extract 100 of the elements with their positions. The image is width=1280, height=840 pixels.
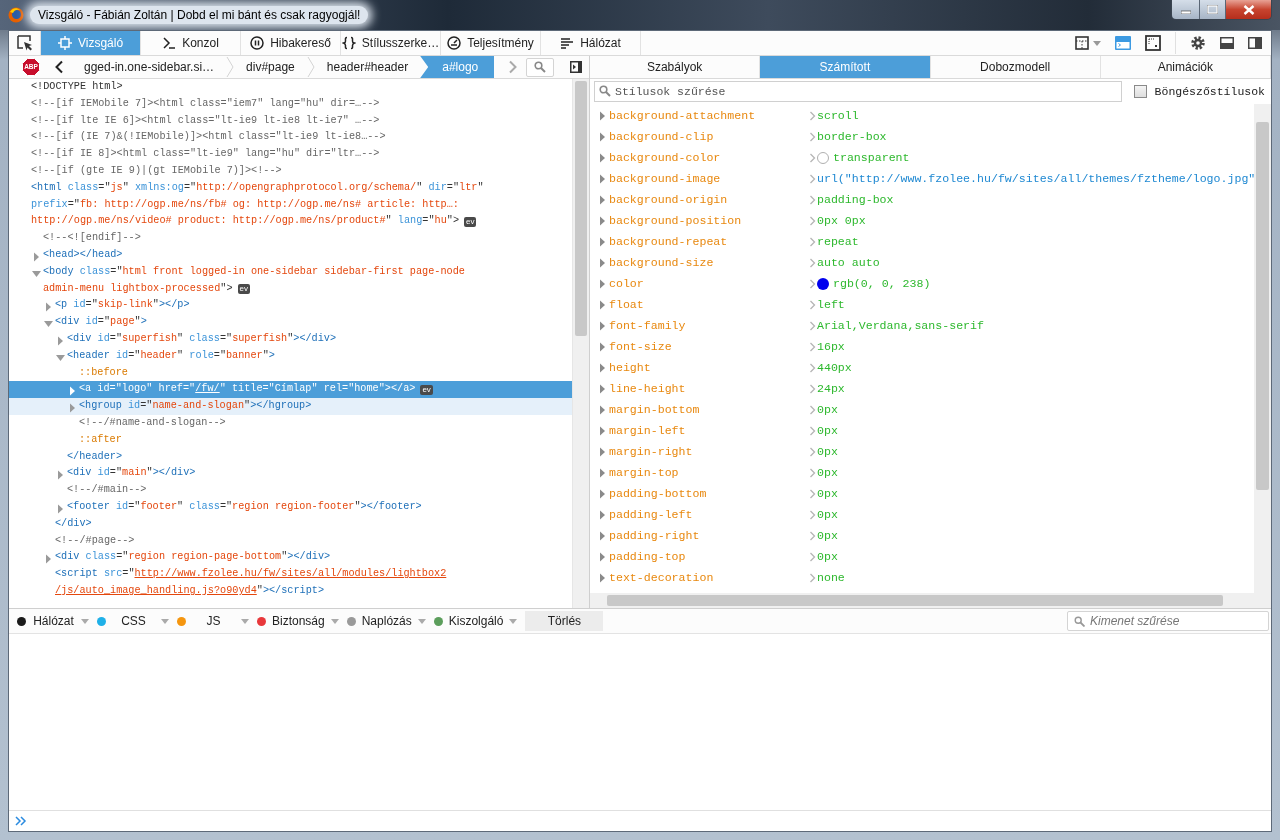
filter-button[interactable]: JS	[173, 611, 253, 631]
chevron-icon	[809, 278, 816, 289]
property-value: repeat	[817, 235, 859, 248]
markup-line: http://ogp.me/ns/video# product: http://ogp.me/ns/product#" lang="hu">	[31, 214, 459, 229]
toolbox-tab[interactable]: Hibakereső	[241, 31, 341, 55]
toolbox-tab[interactable]: Konzol	[141, 31, 241, 55]
filter-button[interactable]: Hálózat	[13, 611, 93, 631]
property-value: 16px	[817, 340, 845, 353]
double-chevron-icon[interactable]	[15, 816, 27, 826]
breadcrumb[interactable]: header#header	[314, 56, 421, 78]
filter-button[interactable]: Naplózás	[342, 611, 430, 631]
property-name: background-attachment	[608, 109, 757, 122]
property-name: color	[608, 277, 645, 290]
filter-button[interactable]: Kiszolgáló	[429, 611, 522, 631]
chevron-icon	[809, 425, 816, 436]
filter-field[interactable]: Kimenet szűrése	[1067, 611, 1269, 631]
close-button[interactable]	[1225, 0, 1271, 19]
caret-down-icon	[330, 618, 339, 624]
panel-toggle-icon[interactable]	[570, 61, 583, 73]
property-value: Arial,Verdana,sans-serif	[817, 319, 984, 332]
event-badge[interactable]: ev	[464, 216, 477, 227]
property-value: 0px	[817, 403, 838, 416]
property-name: float	[608, 298, 645, 311]
markup-line: admin-menu lightbox-processed">	[43, 281, 233, 296]
chevron-icon	[809, 530, 816, 541]
terminal-icon[interactable]	[1115, 36, 1131, 50]
checkbox[interactable]	[1133, 85, 1147, 98]
search-icon	[1074, 616, 1085, 627]
chevron-icon	[809, 173, 816, 184]
property-value: none	[817, 571, 845, 584]
hovered-row[interactable]: <hgroup id="name-and-slogan"></hgroup>	[9, 398, 572, 415]
filter-label: Kiszolgáló	[448, 614, 504, 628]
chevron-icon	[809, 362, 816, 373]
maximize-button[interactable]	[1199, 0, 1225, 19]
settings-icon[interactable]	[1190, 35, 1206, 51]
dock-side-icon[interactable]	[1248, 37, 1262, 49]
window-title: Vizsgáló - Fábián Zoltán | Dobd el mi bánt és csak ragyogjál!	[30, 6, 369, 24]
property-name: background-color	[608, 151, 722, 164]
toolbox-tab[interactable]: Stílusszerke…	[341, 31, 441, 55]
box-icon	[57, 36, 72, 50]
markup-line: <footer id="footer" class="region region-footer"></footer>	[67, 499, 422, 514]
minimize-button[interactable]	[1172, 0, 1199, 19]
markup-line: <script src="http://www.fzolee.hu/fw/sites/all/modules/lightbox2	[55, 567, 447, 582]
chevron-icon	[809, 383, 816, 394]
color-swatch[interactable]	[817, 277, 829, 290]
property-name: font-size	[608, 340, 673, 353]
frame-select-button[interactable]	[1075, 36, 1101, 50]
markup-line: <div id="main"></div>	[67, 466, 196, 481]
filter-label: CSS	[120, 614, 147, 628]
color-swatch[interactable]	[817, 151, 829, 164]
markup-line: <header id="header" role="banner">	[67, 348, 275, 363]
property-value: 440px	[817, 361, 852, 374]
chevron-icon	[809, 215, 816, 226]
filter-button[interactable]: CSS	[93, 611, 173, 631]
property-value: scroll	[817, 109, 859, 122]
sidebar-tab[interactable]: Dobozmodell	[930, 56, 1101, 78]
sidebar-tab[interactable]: Animációk	[1100, 56, 1271, 78]
dock-bottom-icon[interactable]	[1220, 37, 1234, 49]
chevron-icon	[809, 152, 816, 163]
lines-icon	[560, 36, 575, 50]
property-value: 0px	[817, 466, 838, 479]
toolbox-tab[interactable]: Hálózat	[541, 31, 641, 55]
filter-field[interactable]: Stílusok szűrése	[594, 81, 1122, 102]
chevron-right-icon[interactable]	[508, 60, 519, 74]
property-name: background-clip	[608, 130, 715, 143]
selected-row[interactable]: <a id="logo" href="/fw/" title="Címlap" rel="home"></a> ev	[9, 381, 572, 399]
breadcrumb[interactable]: gged-in.one-sidebar.si…	[72, 56, 227, 78]
markup-line: <div id="superfish" class="superfish"></div>	[67, 331, 337, 346]
property-name: background-position	[608, 214, 743, 227]
scrollbar[interactable]	[590, 593, 1271, 608]
scrollbar[interactable]	[572, 79, 589, 608]
property-value: 0px	[817, 487, 838, 500]
scrollbar[interactable]	[1254, 104, 1271, 593]
breadcrumb[interactable]: div#page	[234, 56, 307, 78]
markup-line: <head></head>	[43, 247, 123, 262]
markup-line: prefix="fb: http://ogp.me/ns/fb# og: http://ogp.me/ns# article: http…:	[31, 197, 460, 212]
property-value: left	[817, 298, 845, 311]
markup-line: <!--[if (gte IE 9)|(gt IEMobile 7)]><!-->	[31, 164, 282, 178]
search-button[interactable]	[526, 57, 555, 77]
filter-button[interactable]: Biztonság	[253, 611, 343, 631]
property-value: 24px	[817, 382, 845, 395]
property-value: padding-box	[817, 193, 894, 206]
property-name: margin-left	[608, 424, 687, 437]
event-badge[interactable]: ev	[420, 384, 433, 395]
markup-line: <!DOCTYPE html>	[31, 80, 123, 94]
property-value: 0px	[817, 508, 838, 521]
toolbox-tab[interactable]: Teljesítmény	[441, 31, 541, 55]
property-value: rgb(0, 0, 238)	[833, 277, 931, 290]
clear-button[interactable]: Törlés	[525, 611, 604, 631]
markup-line: <!--/#name-and-slogan-->	[79, 415, 226, 430]
caret-down-icon	[241, 618, 249, 624]
event-badge[interactable]: ev	[237, 283, 250, 294]
markup-line: <div id="page">	[55, 315, 147, 330]
chevron-icon	[809, 257, 816, 268]
chevron-icon	[809, 299, 816, 310]
chevron-left-icon[interactable]	[54, 60, 64, 74]
dotted-square-icon[interactable]	[1145, 35, 1161, 51]
braces-icon	[341, 36, 356, 50]
cursor-icon	[16, 35, 33, 51]
markup-line: ::after	[79, 432, 122, 447]
